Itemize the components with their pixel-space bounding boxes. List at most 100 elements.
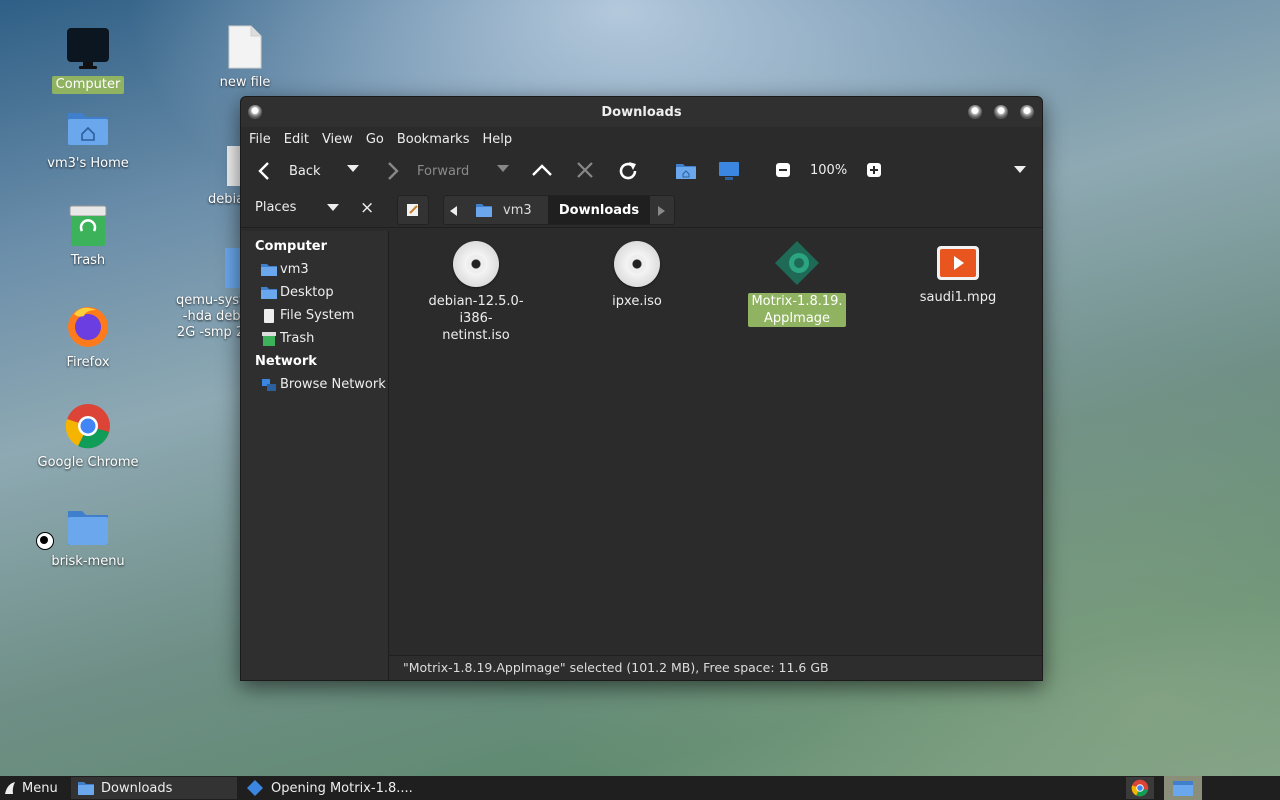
file-icon bbox=[228, 25, 262, 69]
titlebar[interactable]: Downloads bbox=[241, 97, 1042, 127]
video-icon bbox=[937, 246, 979, 280]
reload-button[interactable] bbox=[616, 159, 640, 183]
desktop-icon-label: Firefox bbox=[66, 355, 110, 370]
chevron-left-icon bbox=[450, 206, 457, 216]
forward-button[interactable]: Forward bbox=[386, 161, 469, 181]
home-folder-icon bbox=[261, 263, 277, 276]
file-item-selected[interactable]: Motrix-1.8.19. AppImage bbox=[737, 239, 857, 327]
close-sidebar-button[interactable]: × bbox=[360, 198, 374, 218]
arrow-up-icon bbox=[532, 164, 552, 176]
disc-icon bbox=[453, 241, 499, 287]
sidebar-item-file-system[interactable]: File System bbox=[241, 304, 388, 327]
sidebar-item-desktop[interactable]: Desktop bbox=[241, 281, 388, 304]
path-button-vm3[interactable]: vm3 bbox=[466, 196, 555, 224]
up-button[interactable] bbox=[531, 163, 553, 177]
chevron-down-icon bbox=[347, 165, 359, 172]
desktop-icon-label: new file bbox=[219, 75, 271, 90]
zoom-out-button[interactable] bbox=[776, 163, 790, 177]
task-downloads[interactable]: Downloads bbox=[71, 777, 237, 799]
toolbar: Back Forward 100% bbox=[241, 151, 1042, 191]
desktop-icon-label: brisk-menu bbox=[51, 554, 125, 569]
places-selector[interactable]: Places bbox=[255, 200, 340, 215]
desktop-icon-trash[interactable]: Trash bbox=[33, 204, 143, 270]
window-menu-button[interactable] bbox=[248, 105, 262, 119]
maximize-button[interactable] bbox=[994, 105, 1008, 119]
zoom-in-button[interactable] bbox=[867, 163, 881, 177]
path-scroll-right[interactable] bbox=[658, 205, 665, 220]
cursor-busy-icon bbox=[36, 532, 54, 550]
desktop-icon-home[interactable]: vm3's Home bbox=[33, 105, 143, 173]
location-bar: Places × vm3 Downloads bbox=[241, 191, 1042, 228]
menu-help[interactable]: Help bbox=[482, 132, 520, 147]
path-label: Downloads bbox=[558, 202, 640, 218]
toolbar-overflow-dropdown[interactable] bbox=[1014, 166, 1026, 174]
chevron-down-icon bbox=[1014, 166, 1026, 173]
back-button[interactable]: Back bbox=[257, 161, 321, 181]
tray-chrome[interactable] bbox=[1126, 777, 1154, 799]
plus-icon bbox=[867, 163, 881, 177]
menu-edit[interactable]: Edit bbox=[284, 132, 317, 147]
home-button[interactable] bbox=[675, 161, 697, 181]
network-icon bbox=[262, 378, 276, 391]
forward-history-dropdown[interactable] bbox=[497, 165, 509, 173]
partial-file-icon bbox=[225, 248, 241, 288]
minimize-button[interactable] bbox=[968, 105, 982, 119]
motrix-icon bbox=[247, 780, 263, 796]
trash-icon bbox=[69, 205, 107, 246]
folder-icon bbox=[68, 511, 108, 545]
chevron-down-icon bbox=[497, 165, 509, 172]
desktop-icon-label: Trash bbox=[70, 253, 106, 268]
partial-file-icon bbox=[227, 146, 241, 186]
zoom-level[interactable]: 100% bbox=[810, 163, 847, 178]
forward-label: Forward bbox=[417, 163, 470, 179]
path-bar: vm3 Downloads bbox=[443, 195, 675, 225]
menu-file[interactable]: File bbox=[249, 132, 279, 147]
arrow-left-icon bbox=[258, 162, 269, 180]
stop-button[interactable] bbox=[576, 161, 594, 179]
firefox-icon bbox=[68, 307, 108, 347]
minus-icon bbox=[776, 163, 790, 177]
desktop-icon-label: Computer bbox=[51, 76, 125, 94]
file-view[interactable]: debian-12.5.0-i386- netinst.iso ipxe.iso… bbox=[389, 231, 1042, 656]
sidebar-heading-computer: Computer bbox=[255, 239, 328, 254]
sidebar-item-trash[interactable]: Trash bbox=[241, 327, 388, 350]
sidebar-item-browse-network[interactable]: Browse Network bbox=[241, 373, 388, 396]
sidebar-item-label: Browse Network bbox=[280, 377, 386, 392]
toggle-location-entry-button[interactable] bbox=[397, 195, 429, 225]
folder-icon bbox=[261, 286, 277, 299]
tray-file-manager[interactable] bbox=[1164, 776, 1202, 800]
desktop-icon-firefox[interactable]: Firefox bbox=[33, 302, 143, 372]
file-name: Motrix-1.8.19. AppImage bbox=[748, 293, 846, 327]
folder-icon bbox=[78, 782, 94, 795]
menu-bookmarks[interactable]: Bookmarks bbox=[397, 132, 478, 147]
desktop-icon-computer[interactable]: Computer bbox=[33, 24, 143, 94]
stop-icon bbox=[577, 162, 593, 178]
sidebar-item-vm3[interactable]: vm3 bbox=[241, 258, 388, 281]
computer-button[interactable] bbox=[718, 161, 740, 181]
file-item[interactable]: debian-12.5.0-i386- netinst.iso bbox=[416, 241, 536, 344]
file-item[interactable]: saudi1.mpg bbox=[898, 245, 1018, 306]
main-menu-button[interactable]: Menu bbox=[0, 777, 69, 799]
edit-icon bbox=[407, 204, 418, 216]
close-button[interactable] bbox=[1020, 105, 1034, 119]
chevron-down-icon bbox=[327, 203, 340, 211]
task-opening-motrix[interactable]: Opening Motrix-1.8.... bbox=[239, 777, 413, 799]
desktop-icon-chrome[interactable]: Google Chrome bbox=[33, 402, 143, 472]
arrow-right-icon bbox=[388, 162, 399, 180]
chevron-right-icon bbox=[658, 206, 665, 216]
sidebar-item-label: File System bbox=[280, 308, 355, 323]
partial-desktop-label: debia bbox=[208, 192, 245, 207]
back-label: Back bbox=[289, 163, 321, 179]
file-item[interactable]: ipxe.iso bbox=[577, 241, 697, 310]
menu-icon bbox=[5, 782, 15, 794]
disc-icon bbox=[614, 241, 660, 287]
menubar: File Edit View Go Bookmarks Help bbox=[241, 127, 1042, 151]
desktop-icon-new-file[interactable]: new file bbox=[190, 24, 300, 92]
menu-view[interactable]: View bbox=[322, 132, 361, 147]
path-scroll-left[interactable] bbox=[450, 205, 457, 220]
menu-go[interactable]: Go bbox=[366, 132, 392, 147]
path-button-downloads[interactable]: Downloads bbox=[548, 196, 650, 224]
sidebar-heading-network: Network bbox=[255, 354, 317, 369]
path-label: vm3 bbox=[503, 202, 532, 218]
back-history-dropdown[interactable] bbox=[347, 165, 359, 173]
